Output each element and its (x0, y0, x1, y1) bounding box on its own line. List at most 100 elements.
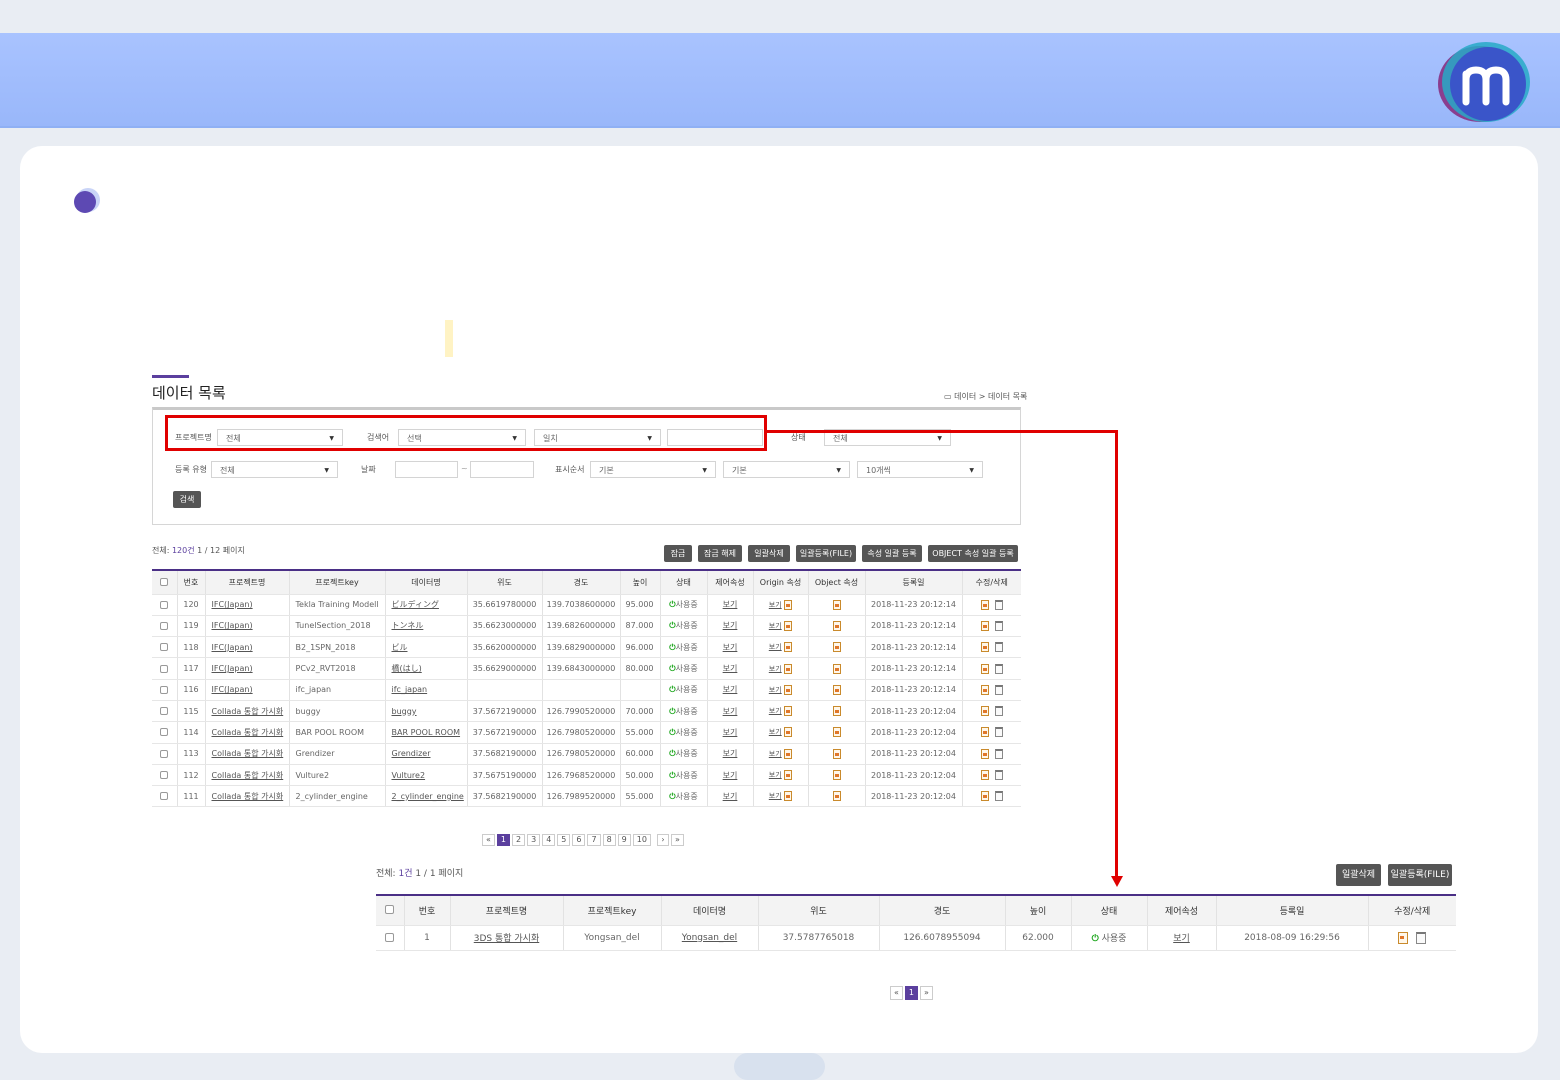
data-name-link[interactable]: 橋(はし) (392, 664, 422, 673)
view-link[interactable]: 보기 (723, 792, 738, 801)
row-select[interactable] (152, 594, 178, 616)
origin-view-link[interactable]: 보기 (769, 622, 782, 630)
file-icon[interactable] (832, 599, 841, 610)
checkbox[interactable] (160, 792, 169, 801)
file-icon[interactable] (832, 791, 841, 802)
lock-button[interactable]: 잠금 (664, 545, 692, 562)
edit-icon[interactable] (980, 770, 989, 781)
page-size-select[interactable]: 10개씩 ▼ (857, 461, 983, 478)
trash-icon[interactable] (994, 684, 1003, 695)
pager-page-7[interactable]: 7 (587, 834, 601, 846)
pager-page-8[interactable]: 8 (602, 834, 616, 846)
data-name-link[interactable]: Grendizer (392, 749, 431, 758)
trash-icon[interactable] (1416, 931, 1427, 944)
data-name-link[interactable]: ビル (392, 643, 408, 652)
project-link[interactable]: Collada 통합 가시화 (212, 749, 284, 758)
view-link[interactable]: 보기 (723, 728, 738, 737)
edit-icon[interactable] (980, 663, 989, 674)
file-icon[interactable] (784, 770, 793, 781)
data-name-link[interactable]: トンネル (392, 621, 424, 630)
regtype-select[interactable]: 전체 ▼ (211, 461, 338, 478)
project-link[interactable]: IFC(Japan) (212, 621, 253, 630)
origin-view-link[interactable]: 보기 (769, 707, 782, 715)
bulk-delete-button[interactable]: 일괄삭제 (748, 545, 790, 562)
bulk-upload-file-button[interactable]: 일괄등록(FILE) (796, 545, 856, 562)
data-name-link[interactable]: 2_cylinder_engine (392, 792, 464, 801)
pager-page-4[interactable]: 4 (542, 834, 556, 846)
file-icon[interactable] (784, 663, 793, 674)
origin-view-link[interactable]: 보기 (769, 728, 782, 736)
file-icon[interactable] (784, 791, 793, 802)
row-select[interactable] (152, 785, 178, 808)
row-select[interactable] (152, 636, 178, 659)
view-link[interactable]: 보기 (723, 600, 738, 609)
checkbox[interactable] (160, 664, 169, 673)
project-link[interactable]: IFC(Japan) (212, 664, 253, 673)
checkbox[interactable] (160, 643, 169, 652)
file-icon[interactable] (784, 706, 793, 717)
view-link[interactable]: 보기 (723, 621, 738, 630)
row-select[interactable] (152, 743, 178, 765)
view-link[interactable]: 보기 (723, 664, 738, 673)
date-from-input[interactable] (395, 461, 458, 478)
row-select[interactable] (376, 925, 405, 951)
data-name-link[interactable]: ifc_japan (392, 685, 428, 694)
pager-page-2[interactable]: 2 (512, 834, 526, 846)
project-link[interactable]: Collada 통합 가시화 (212, 707, 284, 716)
trash-icon[interactable] (994, 770, 1003, 781)
trash-icon[interactable] (994, 791, 1003, 802)
project-link[interactable]: Collada 통합 가시화 (212, 771, 284, 780)
project-link[interactable]: IFC(Japan) (212, 643, 253, 652)
trash-icon[interactable] (994, 706, 1003, 717)
trash-icon[interactable] (994, 663, 1003, 674)
trash-icon[interactable] (994, 642, 1003, 653)
data-name-link[interactable]: BAR POOL ROOM (392, 728, 461, 737)
view-link[interactable]: 보기 (723, 685, 738, 694)
pager-page-6[interactable]: 6 (572, 834, 586, 846)
date-to-input[interactable] (470, 461, 534, 478)
project-link[interactable]: Collada 통합 가시화 (212, 728, 284, 737)
origin-view-link[interactable]: 보기 (769, 686, 782, 694)
row-select[interactable] (152, 700, 178, 723)
data-name-link[interactable]: Yongsan_del (682, 933, 737, 943)
row-select[interactable] (152, 657, 178, 680)
edit-icon[interactable] (980, 727, 989, 738)
order-select-2[interactable]: 기본 ▼ (723, 461, 850, 478)
header-select-all[interactable] (376, 894, 405, 926)
pager-next-button[interactable]: › (656, 834, 669, 846)
data-name-link[interactable]: Vulture2 (392, 771, 426, 780)
view-link[interactable]: 보기 (723, 643, 738, 652)
list2-bulk-upload-button[interactable]: 일괄등록(FILE) (1388, 864, 1452, 886)
file-icon[interactable] (784, 599, 793, 610)
origin-view-link[interactable]: 보기 (769, 792, 782, 800)
origin-view-link[interactable]: 보기 (769, 750, 782, 758)
file-icon[interactable] (784, 684, 793, 695)
edit-icon[interactable] (980, 791, 989, 802)
file-icon[interactable] (784, 748, 793, 759)
checkbox[interactable] (160, 685, 169, 694)
file-icon[interactable] (832, 748, 841, 759)
checkbox[interactable] (160, 771, 169, 780)
edit-icon[interactable] (980, 620, 989, 631)
pager-first-button[interactable]: « (890, 986, 903, 1000)
view-link[interactable]: 보기 (723, 749, 738, 758)
file-icon[interactable] (784, 642, 793, 653)
trash-icon[interactable] (994, 748, 1003, 759)
file-icon[interactable] (832, 770, 841, 781)
file-icon[interactable] (832, 727, 841, 738)
pager-first-button[interactable]: « (482, 834, 495, 846)
view-link[interactable]: 보기 (723, 771, 738, 780)
edit-icon[interactable] (980, 684, 989, 695)
list2-bulk-delete-button[interactable]: 일괄삭제 (1336, 864, 1381, 886)
checkbox[interactable] (160, 707, 169, 716)
origin-view-link[interactable]: 보기 (769, 665, 782, 673)
checkbox[interactable] (160, 728, 169, 737)
header-select-all[interactable] (152, 569, 178, 595)
pager-page-9[interactable]: 9 (617, 834, 631, 846)
file-icon[interactable] (832, 620, 841, 631)
file-icon[interactable] (832, 663, 841, 674)
file-icon[interactable] (832, 706, 841, 717)
file-icon[interactable] (832, 642, 841, 653)
data-name-link[interactable]: buggy (392, 707, 417, 716)
pager-page-5[interactable]: 5 (557, 834, 571, 846)
